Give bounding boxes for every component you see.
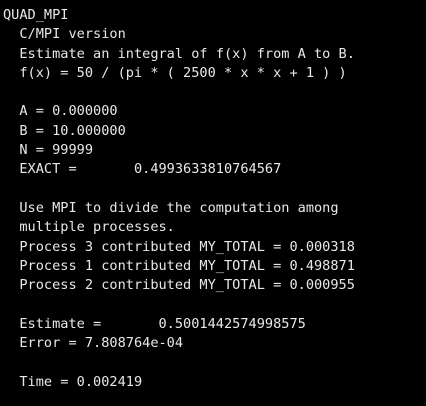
estimate-line: Estimate = 0.5001442574998575: [3, 315, 306, 332]
n-value-line: N = 99999: [3, 142, 94, 159]
terminal-window[interactable]: QUAD_MPI C/MPI version Estimate an integ…: [0, 0, 426, 406]
process-output-line: Process 1 contributed MY_TOTAL = 0.49887…: [3, 257, 355, 274]
b-value-line: B = 10.000000: [3, 122, 126, 139]
description-line: Estimate an integral of f(x) from A to B…: [3, 45, 355, 62]
mpi-info-line: multiple processes.: [3, 219, 175, 236]
mpi-info-line: Use MPI to divide the computation among: [3, 199, 339, 216]
a-value-line: A = 0.000000: [3, 103, 118, 120]
error-line: Error = 7.808764e-04: [3, 335, 184, 352]
exact-value-line: EXACT = 0.4993633810764567: [3, 161, 282, 178]
function-line: f(x) = 50 / (pi * ( 2500 * x * x + 1 ) ): [3, 64, 347, 81]
process-output-line: Process 3 contributed MY_TOTAL = 0.00031…: [3, 238, 355, 255]
program-name-line: QUAD_MPI: [3, 7, 69, 23]
time-line: Time = 0.002419: [3, 373, 143, 390]
version-line: C/MPI version: [3, 26, 126, 43]
process-output-line: Process 2 contributed MY_TOTAL = 0.00095…: [3, 277, 355, 294]
